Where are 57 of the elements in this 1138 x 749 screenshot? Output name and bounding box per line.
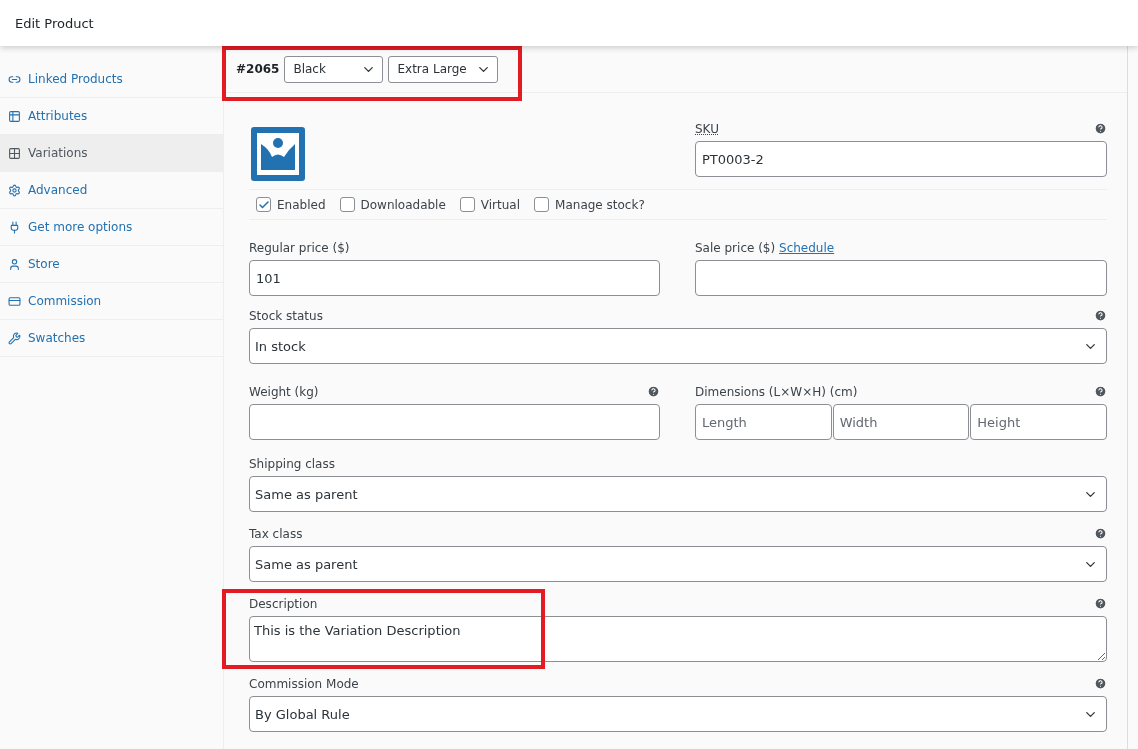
field-label: Sale price ($) Schedule [695,240,835,255]
wrench-icon [8,331,21,345]
checkbox-label[interactable]: Manage stock? [534,197,645,212]
dimension-field[interactable]: Width [832,404,970,440]
field-label: Weight (kg) [249,384,319,399]
help-icon[interactable] [1094,122,1107,135]
checkbox-label[interactable]: Enabled [256,197,326,212]
description-field[interactable]: This is the Variation Description [249,616,1107,662]
schedule-link[interactable]: Schedule [779,240,835,255]
sidebar-item[interactable]: Variations [0,135,223,172]
checkbox-label[interactable]: Virtual [459,197,521,212]
help-icon[interactable] [647,385,660,398]
sidebar-item[interactable]: Advanced [0,172,223,209]
field-label: Stock status [249,308,323,323]
field-label: Commission Mode [249,676,359,691]
field-label: Shipping class [249,456,335,471]
field-label: Tax class [249,526,303,541]
sidebar-item[interactable]: Linked Products [0,61,223,98]
sidebar-item[interactable]: Store [0,246,223,283]
help-icon[interactable] [1094,677,1107,690]
checkbox[interactable] [339,197,355,212]
grid-icon [8,146,21,160]
gear-icon [8,183,21,197]
select-field[interactable]: In stock [249,328,1107,364]
checkbox[interactable] [256,197,271,212]
checkbox[interactable] [459,197,475,212]
sidebar-item[interactable]: Commission [0,283,223,320]
sale-price-field[interactable] [695,260,1107,296]
select-field[interactable]: By Global Rule [249,696,1107,732]
attribute-select[interactable]: Black [284,55,384,83]
sidebar-item[interactable]: Get more options [0,209,223,246]
table-icon [8,109,21,123]
user-icon [8,257,21,271]
help-icon[interactable] [1094,309,1107,322]
card-icon [8,294,21,308]
field-label: SKU [695,121,719,136]
help-icon[interactable] [1094,385,1107,398]
page-title: Edit Product [15,15,94,31]
checkbox-label[interactable]: Downloadable [339,197,446,212]
sku-field[interactable]: PT0003-2 [695,141,1107,177]
image-placeholder-icon[interactable] [251,127,305,181]
weight-field[interactable] [249,404,660,440]
sidebar-item[interactable]: Swatches [0,320,223,357]
help-icon[interactable] [1094,527,1107,540]
select-field[interactable]: Same as parent [249,546,1107,582]
select-field[interactable]: Same as parent [249,476,1107,512]
price-field[interactable]: 101 [249,260,660,296]
field-label: Dimensions (L×W×H) (cm) [695,384,858,399]
field-label: Description [249,596,318,611]
dimension-field[interactable]: Length [695,404,832,440]
plug-icon [8,220,21,234]
dimension-field[interactable]: Height [970,404,1107,440]
field-label: Regular price ($) [249,240,350,255]
help-icon[interactable] [1094,597,1107,610]
variation-id: #2065 [236,62,280,76]
checkbox[interactable] [534,197,550,212]
attribute-select[interactable]: Extra Large [388,55,499,83]
